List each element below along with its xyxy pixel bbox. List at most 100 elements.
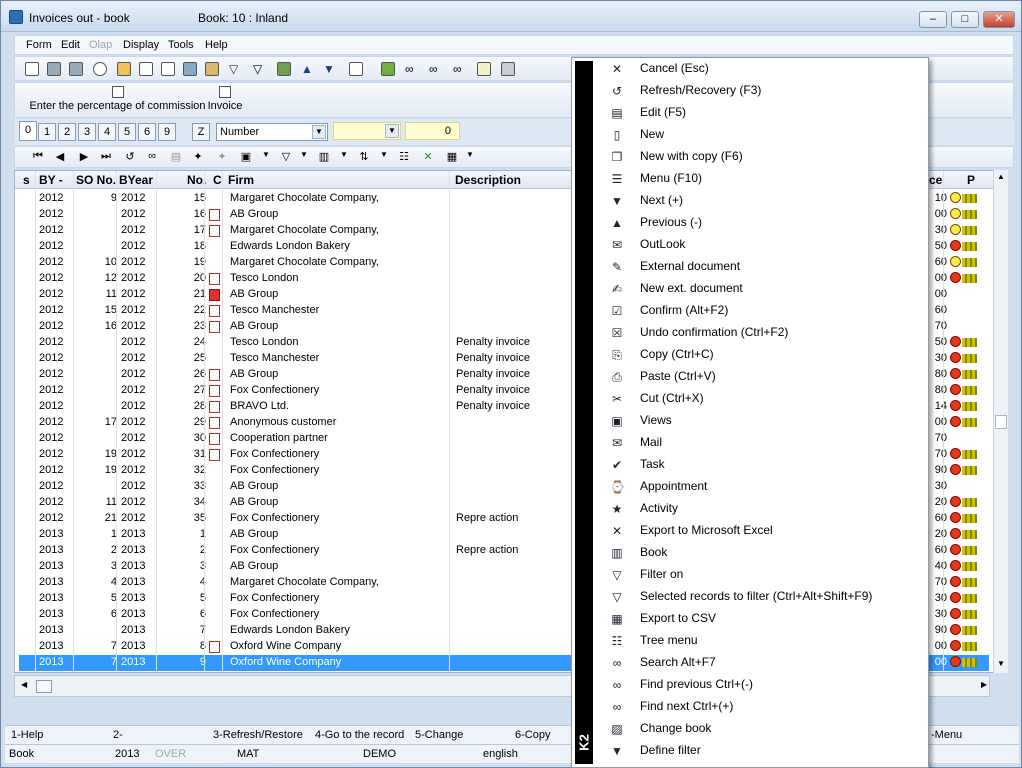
context-menu-item[interactable]: ∞ Find previous Ctrl+(-) <box>596 674 928 696</box>
find-next-icon[interactable]: ∞ <box>453 62 467 76</box>
chevron-down-icon[interactable]: ▼ <box>312 125 326 139</box>
context-menu-item[interactable]: ★ Activity <box>596 498 928 520</box>
scroll-thumb[interactable] <box>36 680 52 693</box>
header-s[interactable]: s <box>23 173 30 187</box>
f1-help[interactable]: 1-Help <box>11 729 43 741</box>
z-button[interactable]: Z <box>192 123 210 141</box>
context-menu-item[interactable]: ▼ Define filter <box>596 740 928 762</box>
value-select[interactable]: ▼ <box>333 122 401 140</box>
views-icon[interactable] <box>349 62 363 76</box>
add-filter-icon[interactable]: ✦ <box>191 150 205 163</box>
excel-icon[interactable]: ✕ <box>421 150 435 163</box>
header-price[interactable]: ce <box>929 173 942 187</box>
find-previous-icon[interactable]: ∞ <box>429 62 443 76</box>
save-icon[interactable] <box>47 62 61 76</box>
arrow-up-icon[interactable]: ▲ <box>301 62 315 76</box>
minimize-button[interactable]: – <box>919 11 947 28</box>
scroll-down-icon[interactable]: ▼ <box>995 659 1007 668</box>
context-menu-item[interactable]: ✍ New ext. document <box>596 278 928 300</box>
scroll-up-icon[interactable]: ▲ <box>995 172 1007 181</box>
views-icon[interactable]: ▣ <box>239 150 253 163</box>
define-filter-icon[interactable]: ▽ <box>253 62 267 76</box>
close-button[interactable]: ✕ <box>983 11 1015 28</box>
context-menu-item[interactable]: ▲ Previous (-) <box>596 212 928 234</box>
scroll-left-icon[interactable]: ◀ <box>21 680 27 689</box>
folder-open-icon[interactable] <box>117 62 131 76</box>
tab-0[interactable]: 0 <box>19 121 37 141</box>
commission-button[interactable]: Enter the percentage of commission <box>25 86 210 112</box>
scroll-thumb[interactable] <box>995 415 1007 429</box>
chevron-down-icon[interactable]: ▼ <box>385 124 399 138</box>
context-menu-item[interactable]: ✕ Export to Microsoft Excel <box>596 520 928 542</box>
tab-9[interactable]: 9 <box>158 123 176 141</box>
f6-copy[interactable]: 6-Copy <box>515 729 550 741</box>
tab-4[interactable]: 4 <box>98 123 116 141</box>
context-menu-item[interactable]: ▨ Change book <box>596 718 928 740</box>
next-record-icon[interactable]: ▶ <box>77 150 91 163</box>
f2[interactable]: 2- <box>113 729 123 741</box>
vertical-scrollbar[interactable]: ▲ ▼ <box>993 170 1008 673</box>
last-record-icon[interactable]: ⏭ <box>99 150 113 163</box>
context-menu-item[interactable]: ✉ OutLook <box>596 234 928 256</box>
context-menu-item[interactable]: ⎙ Paste (Ctrl+V) <box>596 366 928 388</box>
header-so-no[interactable]: SO No. <box>76 173 116 187</box>
f3-refresh[interactable]: 3-Refresh/Restore <box>213 729 303 741</box>
context-menu-item[interactable]: ✂ Cut (Ctrl+X) <box>596 388 928 410</box>
number-input[interactable]: 0 <box>405 122 460 140</box>
context-menu-item[interactable]: ✉ Mail <box>596 432 928 454</box>
save-as-icon[interactable] <box>69 62 83 76</box>
chevron-down-icon[interactable]: ▼ <box>337 150 351 159</box>
context-menu-item[interactable]: ∞ Find next Ctrl+(+) <box>596 696 928 718</box>
f5-change[interactable]: 5-Change <box>415 729 463 741</box>
context-menu-item[interactable]: ▽ Filter on <box>596 564 928 586</box>
refresh-icon[interactable] <box>93 62 107 76</box>
header-byear[interactable]: BYear <box>119 173 153 187</box>
context-menu-item[interactable]: ▽ Selected records to filter (Ctrl+Alt+Sh… <box>596 586 928 608</box>
arrow-down-icon[interactable]: ▼ <box>323 62 337 76</box>
chevron-down-icon[interactable]: ▼ <box>259 150 273 159</box>
excel-icon[interactable] <box>381 62 395 76</box>
context-menu-item[interactable]: ⌚ Appointment <box>596 476 928 498</box>
list-icon[interactable]: ▦ <box>445 150 459 163</box>
previous-record-icon[interactable]: ◀ <box>53 150 67 163</box>
columns-icon[interactable]: ▥ <box>317 150 331 163</box>
context-menu-item[interactable]: ▥ Book <box>596 542 928 564</box>
filter-icon[interactable]: ▽ <box>229 62 243 76</box>
tree-icon[interactable] <box>25 62 39 76</box>
change-book-icon[interactable] <box>277 62 291 76</box>
tab-3[interactable]: 3 <box>78 123 96 141</box>
tab-1[interactable]: 1 <box>38 123 56 141</box>
menu-help[interactable]: Help <box>205 39 228 51</box>
menu-display[interactable]: Display <box>123 39 159 51</box>
scroll-right-icon[interactable]: ▶ <box>981 680 987 689</box>
sort-select[interactable]: Number ▼ <box>216 123 328 141</box>
context-menu-item[interactable]: ⎘ Copy (Ctrl+C) <box>596 344 928 366</box>
context-menu-item[interactable]: ∞ Search Alt+F7 <box>596 652 928 674</box>
context-menu-item[interactable]: ▯ New <box>596 124 928 146</box>
tree-icon[interactable]: ☷ <box>397 150 411 163</box>
mail-icon[interactable] <box>477 62 491 76</box>
context-menu-item[interactable]: ☑ Confirm (Alt+F2) <box>596 300 928 322</box>
new-document-icon[interactable] <box>139 62 153 76</box>
context-menu-item[interactable]: ☰ Menu (F10) <box>596 168 928 190</box>
context-menu-item[interactable]: ▣ Views <box>596 410 928 432</box>
context-menu-item[interactable]: ☷ Tree menu <box>596 630 928 652</box>
binoculars-icon[interactable]: ∞ <box>405 62 419 76</box>
context-menu-item[interactable]: ▤ Edit (F5) <box>596 102 928 124</box>
copy-document-icon[interactable] <box>161 62 175 76</box>
menu-tools[interactable]: Tools <box>168 39 194 51</box>
context-menu-item[interactable]: ☒ Undo confirmation (Ctrl+F2) <box>596 322 928 344</box>
header-description[interactable]: Description <box>455 173 521 187</box>
tab-5[interactable]: 5 <box>118 123 136 141</box>
header-p[interactable]: P <box>967 173 975 187</box>
chevron-down-icon[interactable]: ▼ <box>297 150 311 159</box>
f4-goto[interactable]: 4-Go to the record <box>315 729 404 741</box>
tab-2[interactable]: 2 <box>58 123 76 141</box>
chevron-down-icon[interactable]: ▼ <box>377 150 391 159</box>
menu-icon[interactable] <box>183 62 197 76</box>
invoice-button[interactable]: Invoice <box>204 86 246 112</box>
filter-icon[interactable]: ▽ <box>279 150 293 163</box>
header-c[interactable]: C <box>213 173 222 187</box>
menu-edit[interactable]: Edit <box>61 39 80 51</box>
tab-6[interactable]: 6 <box>138 123 156 141</box>
